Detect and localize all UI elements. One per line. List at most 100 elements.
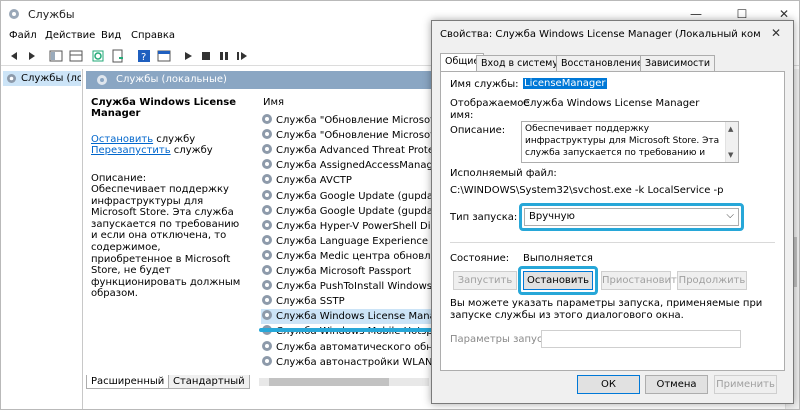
forward-arrow-icon[interactable]	[25, 49, 39, 63]
menu-file[interactable]: Файл	[9, 30, 37, 41]
tab-standard[interactable]: Стандартный	[168, 375, 250, 389]
start-params-hint: Вы можете указать параметры запуска, при…	[450, 298, 763, 321]
properties-grid-icon[interactable]	[69, 49, 83, 63]
service-gear-icon	[262, 234, 272, 245]
pause-icon[interactable]	[217, 49, 231, 63]
restart-icon[interactable]	[235, 49, 249, 63]
display-name-value[interactable]: Служба Windows License Manager	[523, 98, 699, 109]
status-value: Выполняется	[523, 253, 593, 264]
description-field[interactable]: Обеспечивает поддержку инфраструктуры дл…	[521, 121, 739, 163]
svg-text:?: ?	[141, 52, 146, 63]
cancel-button[interactable]: Отмена	[645, 375, 708, 394]
service-gear-icon	[262, 280, 272, 291]
services-gear-icon	[7, 74, 16, 83]
restart-service-link[interactable]: Перезапустить	[91, 145, 171, 156]
menu-view[interactable]: Вид	[101, 30, 121, 41]
list-item[interactable]: Служба Google Update (gupdate)	[261, 189, 447, 204]
help-icon[interactable]: ?	[137, 49, 151, 63]
service-gear-icon	[262, 114, 272, 124]
list-item[interactable]: Служба AVCTP	[261, 173, 352, 188]
description-label: Описание:	[91, 173, 147, 184]
executable-path: C:\WINDOWS\System32\svchost.exe -k Local…	[450, 185, 724, 196]
dialog-close-button[interactable]: ✕	[763, 23, 789, 43]
window-title: Службы	[28, 8, 75, 21]
description-scrollbar[interactable]: ▲ ▼	[725, 122, 738, 162]
service-gear-icon	[262, 249, 272, 260]
service-gear-icon	[262, 219, 272, 230]
column-header-name[interactable]: Имя	[263, 97, 284, 108]
back-arrow-icon[interactable]	[7, 49, 21, 63]
service-description-pane: Служба Windows License Manager Остановит…	[91, 97, 251, 300]
horizontal-scrollbar[interactable]	[259, 373, 429, 389]
list-item[interactable]: Служба Windows License Manager	[261, 309, 453, 325]
properties-dialog: Свойства: Служба Windows License Manager…	[431, 20, 794, 404]
executable-label: Исполняемый файл:	[450, 168, 557, 179]
list-item[interactable]: Служба Google Update (gupdatem)	[261, 204, 457, 219]
description-text: Обеспечивает поддержку инфраструктуры дл…	[91, 184, 241, 300]
services-gear-icon	[97, 75, 107, 85]
service-gear-icon	[262, 340, 272, 351]
list-item[interactable]: Служба PushToInstall Windows	[261, 279, 432, 294]
tab-dependencies[interactable]: Зависимости	[640, 55, 715, 71]
list-item-label: Служба Google Update (gupdatem)	[276, 205, 457, 217]
service-gear-icon	[262, 129, 272, 140]
list-item-label: Служба AssignedAccessManager	[276, 160, 444, 172]
list-item[interactable]: Служба автонастройки WLAN	[261, 355, 432, 370]
service-name-label: Имя службы:	[450, 79, 519, 90]
list-item-label: Служба Windows License Manager	[276, 311, 453, 323]
list-item[interactable]: Служба Advanced Threat Protection	[261, 143, 459, 158]
play-icon[interactable]	[181, 49, 195, 63]
startup-type-highlight	[519, 203, 744, 231]
service-gear-icon	[262, 355, 272, 366]
service-gear-icon	[262, 174, 272, 185]
tab-extended[interactable]: Расширенный	[86, 375, 170, 389]
dialog-title: Свойства: Служба Windows License Manager…	[440, 29, 760, 40]
list-item[interactable]: Служба Microsoft Passport	[261, 264, 411, 279]
export-list-icon[interactable]	[111, 49, 125, 63]
stop-service-link[interactable]: Остановить	[91, 134, 153, 145]
service-gear-icon	[262, 189, 272, 200]
list-item-label: Служба автонастройки WLAN	[276, 356, 433, 368]
apply-button[interactable]: Применить	[714, 375, 777, 394]
pause-button[interactable]: Приостановить	[601, 271, 683, 290]
header-title: Службы (локальные)	[116, 74, 227, 85]
service-gear-icon	[262, 295, 272, 306]
start-params-input[interactable]	[541, 330, 741, 348]
display-name-label: Отображаемое имя:	[450, 98, 530, 121]
list-item[interactable]: Служба AssignedAccessManager	[261, 158, 443, 173]
status-label: Состояние:	[450, 253, 510, 264]
tab-logon[interactable]: Вход в систему	[476, 55, 563, 71]
services-header: Службы (локальные)	[86, 71, 431, 89]
service-name-value[interactable]: LicenseManager	[523, 78, 607, 89]
service-gear-icon	[262, 204, 272, 215]
menu-help[interactable]: Справка	[131, 30, 175, 41]
list-item-label: Служба Google Update (gupdate)	[276, 190, 447, 202]
ok-button[interactable]: ОК	[577, 375, 640, 394]
services-gear-icon	[9, 9, 19, 19]
selected-service-title: Служба Windows License Manager	[91, 97, 236, 119]
stop-icon[interactable]	[199, 49, 213, 63]
list-item-label: Служба SSTP	[276, 296, 345, 308]
general-tab-panel: Имя службы: LicenseManager Отображаемое …	[440, 71, 785, 371]
list-item-label: Служба Microsoft Passport	[276, 266, 412, 277]
description-label: Описание:	[450, 125, 506, 136]
start-button[interactable]: Запустить	[453, 271, 517, 290]
list-item[interactable]: Служба Hyper-V PowerShell Direct	[261, 219, 450, 234]
tab-recovery[interactable]: Восстановление	[556, 55, 648, 71]
resume-button[interactable]: Продолжить	[677, 271, 747, 290]
service-gear-icon	[262, 310, 272, 321]
list-item[interactable]: Служба SSTP	[261, 294, 345, 309]
console-tree-icon[interactable]	[49, 49, 63, 63]
stop-button-highlight	[518, 266, 598, 295]
refresh-icon[interactable]	[91, 49, 105, 63]
service-gear-icon	[262, 265, 272, 275]
service-gear-icon	[262, 159, 272, 170]
list-item-label: Служба PushToInstall Windows	[276, 281, 432, 293]
console-tree: Службы (лок	[1, 69, 83, 409]
mmc-window-icon[interactable]	[157, 49, 171, 63]
startup-type-label: Тип запуска:	[450, 212, 518, 223]
list-item-label: Служба Hyper-V PowerShell Direct	[276, 220, 450, 232]
selected-row-highlight	[259, 328, 434, 332]
list-item-label: Служба AVCTP	[276, 175, 352, 187]
menu-action[interactable]: Действие	[45, 30, 95, 41]
